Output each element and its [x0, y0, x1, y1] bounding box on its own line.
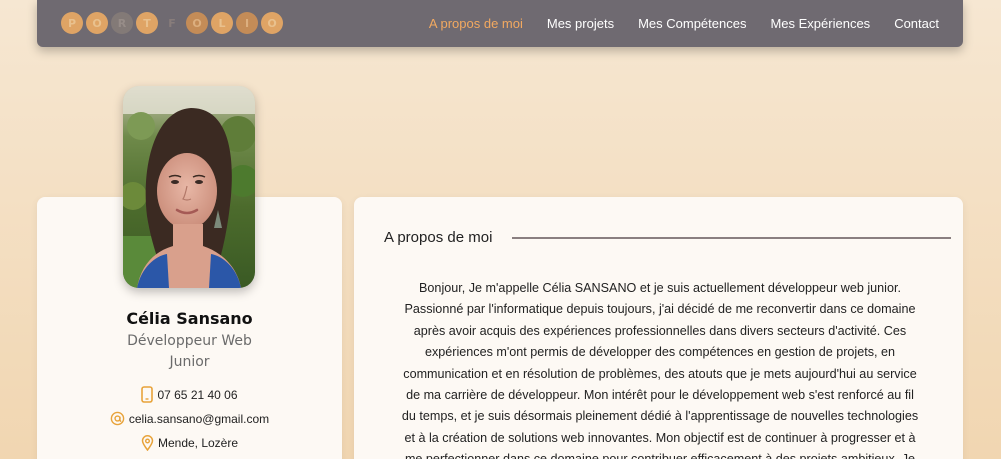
at-sign-icon [110, 411, 125, 426]
about-line: après avoir acquis des expériences profe… [413, 323, 907, 338]
logo-letter: O [86, 12, 108, 34]
about-line: expériences m'ont permis de développer d… [424, 345, 896, 360]
nav-link-experiences[interactable]: Mes Expériences [770, 16, 870, 31]
location-text: Mende, Lozère [157, 436, 239, 450]
phone-number: 07 65 21 40 06 [157, 387, 238, 402]
map-pin-icon [141, 435, 154, 451]
about-line: de ma carrière de développeur. Mon intér… [406, 388, 914, 403]
about-title: A propos de moi [384, 229, 493, 246]
about-line: Bonjour, Je m'appelle Célia SANSANO et j… [419, 281, 901, 295]
avatar [123, 86, 255, 288]
role-line: Junior [169, 354, 210, 370]
logo-letter: T [136, 12, 158, 34]
logo-letter: L [211, 12, 233, 34]
profile-name: Célia Sansano [126, 309, 253, 328]
logo-letter: I [236, 12, 258, 34]
nav-link-contact[interactable]: Contact [894, 16, 939, 31]
navbar: P O R T F O L I O A propos de moi Mes pr… [37, 0, 963, 47]
logo-letter: R [111, 12, 133, 34]
logo-letter: F [168, 16, 176, 30]
logo-letter: O [186, 12, 208, 34]
nav-link-skills[interactable]: Mes Compétences [638, 16, 746, 31]
logo-letter: P [61, 12, 83, 34]
logo-letter: O [261, 12, 283, 34]
about-text: Bonjour, Je m'appelle Célia SANSANO et j… [380, 278, 940, 459]
profile-role: Développeur Web Junior [107, 331, 272, 373]
role-line: Développeur Web [127, 333, 252, 349]
about-divider [512, 237, 951, 239]
profile-photo [123, 86, 255, 288]
portfolio-logo[interactable]: P O R T F O L I O [61, 12, 283, 34]
nav-link-projects[interactable]: Mes projets [547, 16, 614, 31]
contact-location: Mende, Lozère [37, 435, 342, 451]
nav-link-about[interactable]: A propos de moi [429, 16, 523, 31]
about-line: du temps, et je suis désormais pleinemen… [401, 409, 919, 424]
about-line: communication et en résolution de problè… [403, 366, 917, 381]
about-line: me perfectionner dans ce domaine pour co… [380, 449, 940, 459]
about-line: et à la création de solutions web innova… [404, 430, 916, 445]
contact-email[interactable]: celia.sansano@gmail.com [37, 411, 342, 426]
phone-icon [141, 386, 154, 403]
email-address: celia.sansano@gmail.com [128, 411, 270, 426]
contact-phone[interactable]: 07 65 21 40 06 [37, 386, 342, 403]
about-line: Passionné par l'informatique depuis touj… [404, 302, 916, 317]
nav-links: A propos de moi Mes projets Mes Compéten… [429, 0, 939, 47]
